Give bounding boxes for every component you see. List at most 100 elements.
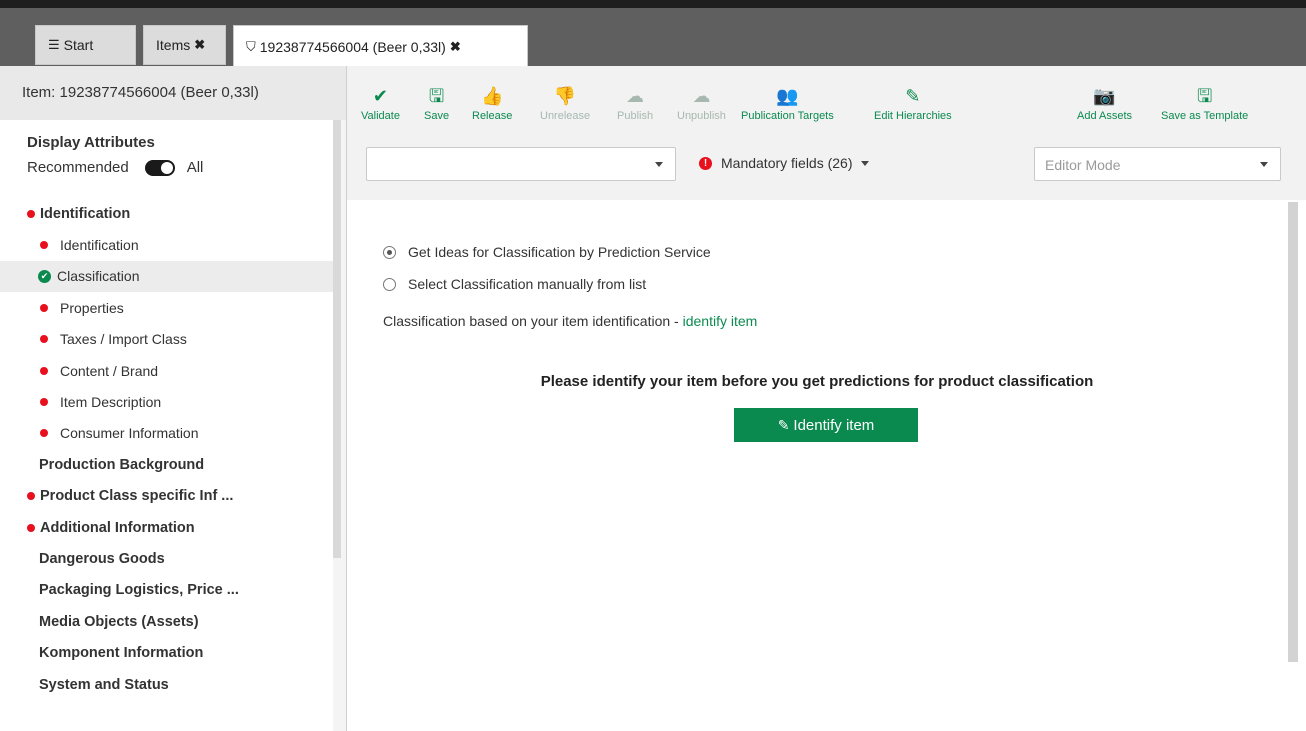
tab-start[interactable]: ☰ Start xyxy=(35,25,136,65)
editor-mode-placeholder: Editor Mode xyxy=(1045,157,1121,173)
sidebar-item-classification[interactable]: ✔ Classification xyxy=(0,260,333,293)
floppy-disk-icon: 🖫 xyxy=(428,86,445,106)
sidebar-item-content-brand[interactable]: Content / Brand xyxy=(0,355,333,386)
sidebar-item-properties[interactable]: Properties xyxy=(0,292,333,323)
sidebar-header: Item: 19238774566004 (Beer 0,33l) xyxy=(0,66,346,120)
context-select[interactable] xyxy=(366,147,676,181)
unrelease-button[interactable]: 👎 Unrelease xyxy=(540,84,590,122)
check-circle-icon: ✔ xyxy=(38,269,51,283)
pencil-icon: ✎ xyxy=(905,86,921,106)
publication-targets-button[interactable]: 👥 Publication Targets xyxy=(741,84,834,122)
error-dot-icon xyxy=(27,523,35,532)
sidebar-item-item-description[interactable]: Item Description xyxy=(0,386,333,417)
recommended-toggle[interactable] xyxy=(144,159,175,176)
tab-item-detail[interactable]: ⛉ 19238774566004 (Beer 0,33l) ✖ xyxy=(233,25,528,68)
close-icon[interactable]: ✖ xyxy=(194,37,205,53)
identify-item-button[interactable]: ✎ Identify item xyxy=(734,408,918,442)
error-dot-icon xyxy=(27,209,35,218)
sidebar-item-label: System and Status xyxy=(39,676,169,693)
sidebar-item-label: Packaging Logistics, Price ... xyxy=(39,582,239,599)
chevron-down-icon xyxy=(1260,162,1268,167)
sidebar-item-dangerous-goods[interactable]: Dangerous Goods xyxy=(0,543,333,574)
sidebar-item-label: Additional Information xyxy=(40,519,195,536)
warning-icon: ! xyxy=(699,156,712,170)
main-scrollbar[interactable] xyxy=(1288,202,1298,662)
users-icon: 👥 xyxy=(776,86,799,106)
save-as-template-button[interactable]: 🖫 Save as Template xyxy=(1161,84,1248,122)
classification-hint: Classification based on your item identi… xyxy=(383,313,757,329)
release-button[interactable]: 👍 Release xyxy=(472,84,512,122)
save-button[interactable]: 🖫 Save xyxy=(424,84,449,122)
display-attributes-title: Display Attributes xyxy=(27,134,155,151)
identify-item-button-label: Identify item xyxy=(793,416,875,434)
sidebar-item-label: Consumer Information xyxy=(60,425,199,442)
thumbs-down-icon: 👎 xyxy=(553,86,577,106)
tab-bar: ☰ Start Items ✖ ⛉ 19238774566004 (Beer 0… xyxy=(0,0,1306,68)
sidebar-item-identification-sub[interactable]: Identification xyxy=(0,229,333,260)
sidebar-item-consumer-information[interactable]: Consumer Information xyxy=(0,418,333,449)
tab-start-label: Start xyxy=(63,37,94,53)
unpublish-button[interactable]: ☁ Unpublish xyxy=(677,84,726,122)
edit-hierarchies-button[interactable]: ✎ Edit Hierarchies xyxy=(874,84,952,122)
sidebar-item-label: Identification xyxy=(60,237,139,254)
close-icon[interactable]: ✖ xyxy=(450,39,461,55)
sidebar-item-taxes[interactable]: Taxes / Import Class xyxy=(0,324,333,355)
identify-message: Please identify your item before you get… xyxy=(540,373,1094,390)
sidebar-nav: Identification Identification ✔ Classifi… xyxy=(0,198,333,700)
sidebar-item-komponent-information[interactable]: Komponent Information xyxy=(0,637,333,668)
camera-icon: 📷 xyxy=(1093,86,1116,106)
sidebar-item-additional-information[interactable]: Additional Information xyxy=(0,512,333,543)
error-dot-icon xyxy=(27,492,35,501)
sidebar-item-product-class[interactable]: Product Class specific Inf ... xyxy=(0,481,333,512)
menu-icon: ☰ xyxy=(48,37,60,52)
toolbar: ✔ Validate 🖫 Save 👍 Release 👎 Unrelease … xyxy=(347,66,1306,200)
error-dot-icon xyxy=(40,303,48,312)
sidebar-item-system-status[interactable]: System and Status xyxy=(0,669,333,700)
sidebar-item-label: Properties xyxy=(60,299,124,316)
error-dot-icon xyxy=(40,241,48,250)
tab-item-detail-label: 19238774566004 (Beer 0,33l) xyxy=(259,38,446,55)
sidebar-item-label: Taxes / Import Class xyxy=(60,331,187,348)
prediction-radio[interactable] xyxy=(383,245,396,259)
identify-item-link[interactable]: identify item xyxy=(683,313,758,329)
option-prediction-row[interactable]: Get Ideas for Classification by Predicti… xyxy=(383,244,711,260)
sidebar-item-label: Dangerous Goods xyxy=(39,550,165,567)
sidebar-item-label: Item Description xyxy=(60,394,162,411)
thumbs-up-icon: 👍 xyxy=(480,86,504,106)
sidebar-item-label: Production Background xyxy=(39,456,205,473)
sidebar-item-identification[interactable]: Identification xyxy=(0,198,333,229)
tab-items[interactable]: Items ✖ xyxy=(143,25,226,65)
publish-button[interactable]: ☁ Publish xyxy=(617,84,653,122)
sidebar-item-packaging-logistics[interactable]: Packaging Logistics, Price ... xyxy=(0,575,333,606)
chevron-down-icon xyxy=(655,162,663,167)
sidebar-item-label: Media Objects (Assets) xyxy=(39,613,199,630)
option-manual-row[interactable]: Select Classification manually from list xyxy=(383,276,646,292)
sidebar-item-label: Classification xyxy=(57,268,140,285)
pencil-icon: ✎ xyxy=(777,416,790,433)
option-manual-label: Select Classification manually from list xyxy=(408,276,647,292)
option-prediction-label: Get Ideas for Classification by Predicti… xyxy=(408,244,711,260)
validate-button[interactable]: ✔ Validate xyxy=(361,84,400,122)
sidebar-item-label: Product Class specific Inf ... xyxy=(40,488,234,505)
sidebar: Item: 19238774566004 (Beer 0,33l) Displa… xyxy=(0,66,346,731)
sidebar-scrollbar[interactable] xyxy=(333,120,341,558)
recommended-label: Recommended xyxy=(27,159,129,176)
sidebar-item-production-background[interactable]: Production Background xyxy=(0,449,333,480)
sidebar-item-media-objects[interactable]: Media Objects (Assets) xyxy=(0,606,333,637)
main-panel: ✔ Validate 🖫 Save 👍 Release 👎 Unrelease … xyxy=(346,66,1306,731)
tag-icon: ⛉ xyxy=(246,38,256,54)
error-dot-icon xyxy=(40,398,48,407)
mandatory-fields-label: Mandatory fields (26) xyxy=(721,155,853,171)
classification-hint-text: Classification based on your item identi… xyxy=(383,313,683,329)
cloud-upload-icon: ☁ xyxy=(626,86,645,106)
sidebar-item-label: Komponent Information xyxy=(39,645,204,662)
recommended-toggle-row: Recommended All xyxy=(27,159,203,176)
mandatory-fields-dropdown[interactable]: ! Mandatory fields (26) xyxy=(699,155,869,171)
add-assets-button[interactable]: 📷 Add Assets xyxy=(1077,84,1132,122)
cloud-download-icon: ☁ xyxy=(692,86,711,106)
manual-radio[interactable] xyxy=(383,277,396,291)
all-label: All xyxy=(186,159,204,176)
editor-mode-select[interactable]: Editor Mode xyxy=(1034,147,1281,181)
chevron-down-icon xyxy=(860,160,869,166)
check-icon: ✔ xyxy=(372,86,389,106)
